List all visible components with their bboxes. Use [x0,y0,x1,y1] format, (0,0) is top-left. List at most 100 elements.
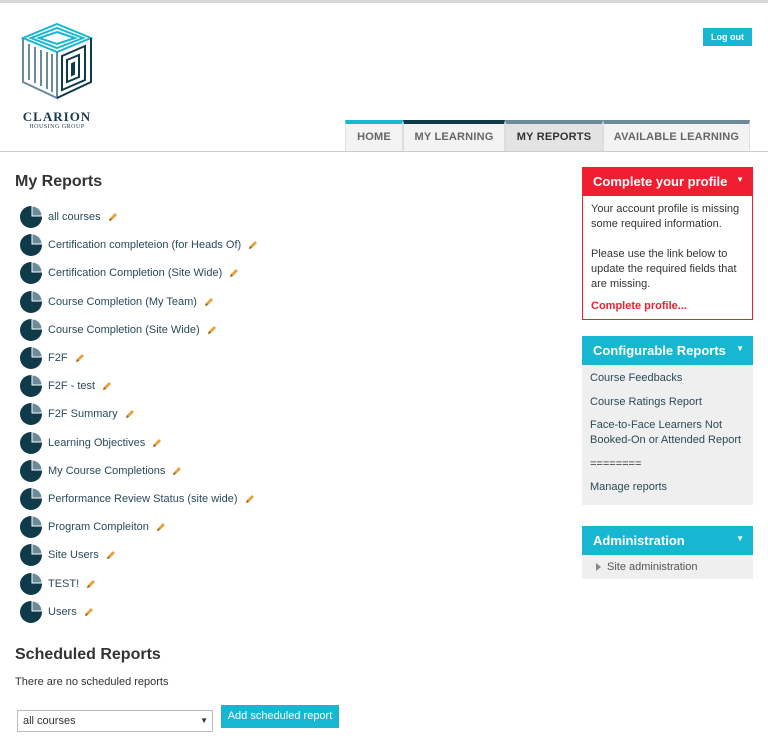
pie-chart-icon[interactable] [18,317,44,343]
report-link[interactable]: all courses [48,211,101,223]
pie-chart-icon[interactable] [18,345,44,371]
administration-title: Administration [593,533,685,548]
select-caret-icon: ▼ [200,716,208,725]
report-link[interactable]: F2F Summary [48,408,118,420]
pie-chart-icon[interactable] [18,232,44,258]
chevron-down-icon[interactable]: ▼ [736,165,744,194]
pie-chart-icon[interactable] [18,204,44,230]
tab-my-reports[interactable]: MY REPORTS [505,120,603,152]
pencil-icon[interactable] [229,268,239,278]
report-link[interactable]: Course Completion (Site Wide) [48,324,200,336]
report-select-value: all courses [23,715,76,727]
administration-header: Administration ▼ [582,526,753,555]
report-item: F2F - test [18,372,258,400]
administration-block: Administration ▼ Site administration [582,526,753,579]
report-link[interactable]: Site Users [48,549,99,561]
administration-body: Site administration [582,555,753,579]
pencil-icon[interactable] [207,325,217,335]
report-list: all courses Certification completeion (fo… [18,203,258,626]
report-link[interactable]: My Course Completions [48,465,165,477]
report-link[interactable]: TEST! [48,578,79,590]
report-link[interactable]: F2F [48,352,68,364]
page-title: My Reports [15,173,103,190]
pencil-icon[interactable] [86,579,96,589]
no-scheduled-message: There are no scheduled reports [15,676,169,688]
logout-button[interactable]: Log out [703,28,752,46]
report-item: TEST! [18,569,258,597]
report-item: Learning Objectives [18,429,258,457]
report-link[interactable]: Learning Objectives [48,437,145,449]
tab-home[interactable]: HOME [345,120,403,152]
config-report-f2f-learners[interactable]: Face-to-Face Learners Not Booked-On or A… [590,418,745,448]
add-scheduled-report-button[interactable]: Add scheduled report [221,705,339,728]
pencil-icon[interactable] [125,409,135,419]
site-administration-item[interactable]: Site administration [590,561,745,573]
top-border [0,0,768,3]
report-link[interactable]: Users [48,606,77,618]
report-link[interactable]: Certification Completion (Site Wide) [48,267,222,279]
pie-chart-icon[interactable] [18,401,44,427]
chevron-down-icon[interactable]: ▼ [736,524,744,553]
pie-chart-icon[interactable] [18,260,44,286]
manage-reports-link[interactable]: Manage reports [590,480,745,495]
pie-chart-icon[interactable] [18,458,44,484]
pencil-icon[interactable] [248,240,258,250]
nav-divider [0,151,768,152]
complete-profile-title: Complete your profile [593,174,728,189]
pie-chart-icon[interactable] [18,514,44,540]
pie-chart-icon[interactable] [18,542,44,568]
pencil-icon[interactable] [204,297,214,307]
report-item: F2F [18,344,258,372]
report-link[interactable]: Course Completion (My Team) [48,296,197,308]
configurable-reports-header: Configurable Reports ▼ [582,336,753,365]
configurable-reports-title: Configurable Reports [593,343,726,358]
report-link[interactable]: Certification completeion (for Heads Of) [48,239,241,251]
pencil-icon[interactable] [106,550,116,560]
report-link[interactable]: Performance Review Status (site wide) [48,493,238,505]
tab-my-learning[interactable]: MY LEARNING [403,120,505,152]
pencil-icon[interactable] [84,607,94,617]
tab-available-learning[interactable]: AVAILABLE LEARNING [603,120,750,152]
pencil-icon[interactable] [75,353,85,363]
report-link[interactable]: F2F - test [48,380,95,392]
complete-profile-header: Complete your profile ▼ [582,167,753,196]
pie-chart-icon[interactable] [18,599,44,625]
report-item: Certification completeion (for Heads Of) [18,231,258,259]
pencil-icon[interactable] [108,212,118,222]
chevron-down-icon[interactable]: ▼ [736,334,744,363]
report-item: all courses [18,203,258,231]
main-nav: HOME MY LEARNING MY REPORTS AVAILABLE LE… [345,120,750,152]
configurable-reports-block: Configurable Reports ▼ Course Feedbacks … [582,336,753,505]
profile-text-1: Your account profile is missing some req… [591,203,740,230]
report-link[interactable]: Program Compleiton [48,521,149,533]
config-report-course-feedbacks[interactable]: Course Feedbacks [590,371,745,386]
complete-profile-block: Complete your profile ▼ Your account pro… [582,167,753,320]
report-item: Certification Completion (Site Wide) [18,259,258,287]
configurable-reports-body: Course Feedbacks Course Ratings Report F… [582,365,753,505]
pencil-icon[interactable] [172,466,182,476]
pie-chart-icon[interactable] [18,486,44,512]
logo-name: CLARION [22,109,92,124]
complete-profile-body: Your account profile is missing some req… [582,196,753,320]
report-item: Course Completion (My Team) [18,288,258,316]
report-select[interactable]: all courses ▼ [17,710,213,732]
pie-chart-icon[interactable] [18,571,44,597]
complete-profile-link[interactable]: Complete profile... [591,300,744,312]
profile-text-2: Please use the link below to update the … [591,248,737,290]
clarion-logo[interactable]: CLARION HOUSING GROUP [19,22,95,134]
site-administration-label: Site administration [607,561,698,573]
report-item: Program Compleiton [18,513,258,541]
pencil-icon[interactable] [102,381,112,391]
report-item: Users [18,598,258,626]
pie-chart-icon[interactable] [18,373,44,399]
config-separator: ======== [590,457,642,470]
pie-chart-icon[interactable] [18,430,44,456]
report-item: Site Users [18,541,258,569]
pencil-icon[interactable] [245,494,255,504]
pie-chart-icon[interactable] [18,289,44,315]
report-item: My Course Completions [18,457,258,485]
config-report-course-ratings[interactable]: Course Ratings Report [590,395,745,410]
pencil-icon[interactable] [156,522,166,532]
logo-subtitle: HOUSING GROUP [29,124,85,130]
pencil-icon[interactable] [152,438,162,448]
